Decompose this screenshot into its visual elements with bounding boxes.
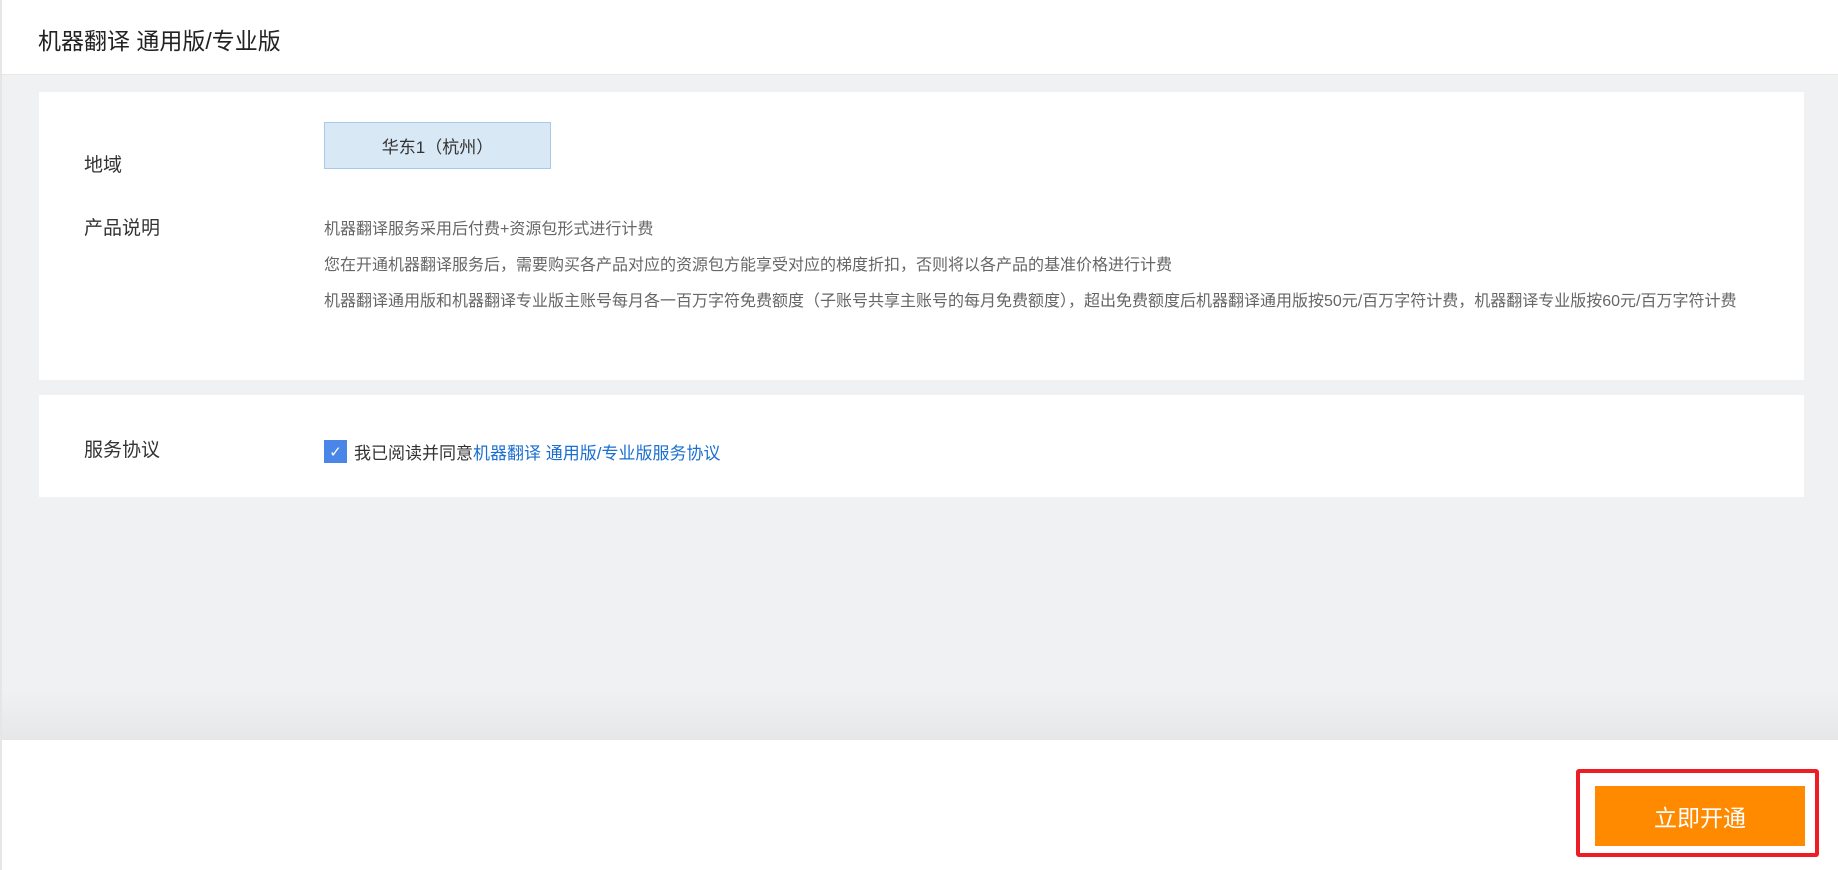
description-line: 您在开通机器翻译服务后，需要购买各产品对应的资源包方能享受对应的梯度折扣，否则将…: [324, 257, 1173, 274]
activate-now-button[interactable]: 立即开通: [1595, 786, 1805, 846]
description-line: 机器翻译服务采用后付费+资源包形式进行计费: [324, 221, 654, 238]
agreement-text: 我已阅读并同意: [354, 444, 473, 463]
page-header: 机器翻译 通用版/专业版: [2, 0, 1838, 75]
agreement-label: 服务协议: [84, 440, 161, 461]
agreement-row: ✓ 我已阅读并同意 机器翻译 通用版/专业版服务协议: [324, 439, 720, 464]
check-icon: ✓: [329, 443, 342, 461]
agreement-card: 服务协议 ✓ 我已阅读并同意 机器翻译 通用版/专业版服务协议: [39, 395, 1804, 497]
description-line: 机器翻译通用版和机器翻译专业版主账号每月各一百万字符免费额度（子账号共享主账号的…: [324, 293, 1737, 310]
region-option-hangzhou[interactable]: 华东1（杭州）: [324, 122, 551, 169]
agreement-link[interactable]: 机器翻译 通用版/专业版服务协议: [473, 439, 720, 464]
page-title: 机器翻译 通用版/专业版: [38, 28, 281, 54]
product-description: 机器翻译服务采用后付费+资源包形式进行计费 您在开通机器翻译服务后，需要购买各产…: [324, 212, 1784, 320]
product-description-label: 产品说明: [84, 218, 161, 239]
region-label: 地域: [84, 155, 123, 176]
config-card: 地域 华东1（杭州） 产品说明 机器翻译服务采用后付费+资源包形式进行计费 您在…: [39, 92, 1804, 380]
footer-bar: [2, 740, 1838, 870]
agreement-checkbox[interactable]: ✓: [324, 440, 347, 463]
footer-shadow: [2, 690, 1838, 740]
